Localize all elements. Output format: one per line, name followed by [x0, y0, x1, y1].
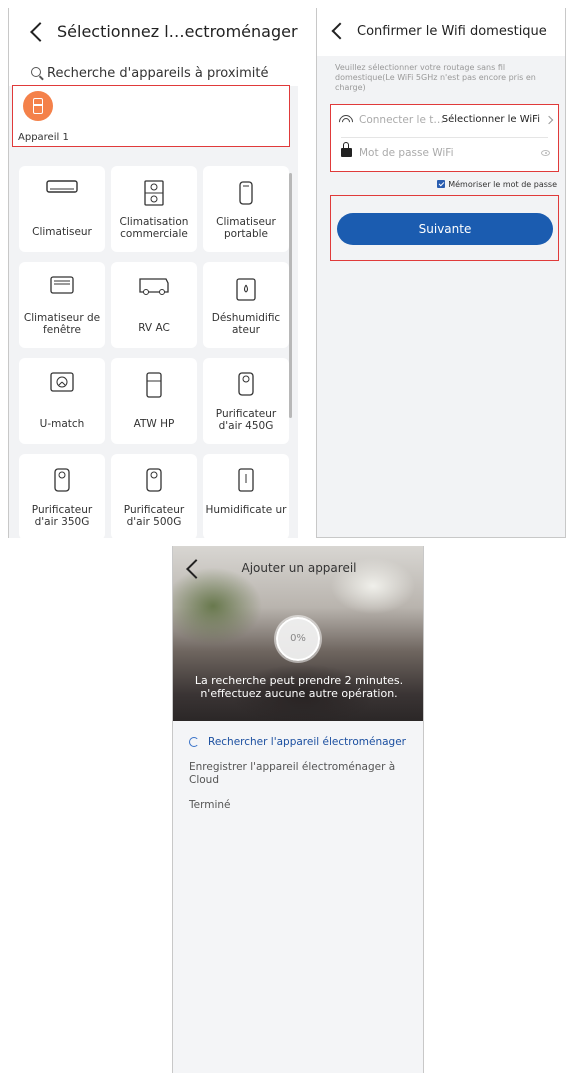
- appliance-tile-deshumidificateur[interactable]: Déshumidific ateur: [203, 262, 289, 348]
- wifi-hint: Veuillez sélectionner votre routage sans…: [335, 63, 536, 92]
- appliance-tile-humidificateur[interactable]: Humidificate ur: [203, 454, 289, 538]
- appliance-label: RV AC: [138, 322, 170, 334]
- page-title: Sélectionnez l…ectroménager: [57, 22, 298, 41]
- confirm-wifi-screen: Confirmer le Wifi domestique Veuillez sé…: [316, 8, 566, 538]
- air-purifier-icon: [54, 468, 70, 492]
- select-appliance-screen: Sélectionnez l…ectroménager Recherche d'…: [8, 8, 298, 538]
- appliance-label: Purificateur d'air 450G: [215, 408, 277, 432]
- rv-ac-icon: [139, 278, 169, 295]
- checkbox-checked-icon[interactable]: [437, 180, 446, 188]
- commercial-ac-icon: [144, 180, 164, 206]
- ssid-field[interactable]: Connecter le t…: [359, 114, 444, 126]
- next-button-highlight: Suivante: [330, 195, 559, 261]
- air-purifier-icon: [146, 468, 162, 492]
- split-ac-icon: [46, 180, 78, 193]
- search-message: La recherche peut prendre 2 minutes. n'e…: [173, 674, 423, 700]
- u-match-icon: [50, 372, 74, 392]
- appliance-tile-purificateur-350g[interactable]: Purificateur d'air 350G: [19, 454, 105, 538]
- appliance-tile-rv-ac[interactable]: RV AC: [111, 262, 197, 348]
- appliance-label: ATW HP: [133, 418, 175, 430]
- step-search-appliance: Rechercher l'appareil électroménager: [208, 736, 406, 748]
- add-device-screen: Ajouter un appareil 0% La recherche peut…: [172, 546, 424, 1073]
- wifi-credentials-form: Connecter le t… Sélectionner le WiFi Mot…: [330, 104, 559, 172]
- eye-icon[interactable]: [541, 150, 550, 156]
- appliance-label: Climatiseur portable: [216, 216, 276, 240]
- heat-pump-icon: [146, 372, 162, 398]
- next-button[interactable]: Suivante: [337, 213, 553, 245]
- appliance-tile-atw-hp[interactable]: ATW HP: [111, 358, 197, 444]
- select-wifi-button[interactable]: Sélectionner le WiFi: [442, 114, 540, 125]
- refrigerator-icon: [23, 91, 53, 121]
- appliance-tile-climatisation-commerciale[interactable]: Climatisation commerciale: [111, 166, 197, 252]
- air-purifier-icon: [238, 372, 254, 396]
- hero-background: Ajouter un appareil 0% La recherche peut…: [173, 546, 423, 721]
- nearby-device-label: Appareil 1: [18, 132, 69, 143]
- password-field[interactable]: Mot de passe WiFi: [359, 147, 454, 159]
- remember-password-label: Mémoriser le mot de passe: [448, 180, 557, 189]
- page-title: Confirmer le Wifi domestique: [357, 24, 547, 39]
- wifi-icon: [339, 115, 353, 125]
- appliance-tile-purificateur-500g[interactable]: Purificateur d'air 500G: [111, 454, 197, 538]
- divider: [341, 137, 548, 138]
- header: Sélectionnez l…ectroménager: [9, 8, 298, 56]
- back-arrow-icon[interactable]: [331, 22, 349, 40]
- appliance-label: Purificateur d'air 500G: [123, 504, 185, 528]
- appliance-tile-purificateur-450g[interactable]: Purificateur d'air 450G: [203, 358, 289, 444]
- portable-ac-icon: [239, 181, 253, 205]
- appliance-tile-u-match[interactable]: U-match: [19, 358, 105, 444]
- remember-password-checkbox[interactable]: Mémoriser le mot de passe: [437, 180, 557, 189]
- appliance-label: Climatiseur: [32, 226, 92, 238]
- nearby-search-label[interactable]: Recherche d'appareils à proximité: [47, 66, 269, 81]
- appliance-tile-climatiseur-portable[interactable]: Climatiseur portable: [203, 166, 289, 252]
- scrollbar[interactable]: [289, 173, 292, 418]
- appliance-tile-climatiseur[interactable]: Climatiseur: [19, 166, 105, 252]
- chevron-right-icon[interactable]: [544, 115, 554, 125]
- appliance-label: Déshumidific ateur: [211, 312, 281, 336]
- page-title: Ajouter un appareil: [241, 561, 357, 575]
- header: Confirmer le Wifi domestique: [317, 8, 565, 56]
- loading-spinner-icon: [189, 737, 199, 747]
- search-message-line: n'effectuez aucune autre opération.: [200, 687, 398, 700]
- appliance-label: Purificateur d'air 350G: [31, 504, 93, 528]
- step-register-cloud: Enregistrer l'appareil électroménager à …: [189, 761, 396, 786]
- lock-icon: [341, 142, 352, 157]
- progress-indicator: 0%: [276, 617, 320, 661]
- back-arrow-icon[interactable]: [30, 22, 50, 42]
- nearby-device-card[interactable]: Appareil 1: [12, 85, 290, 147]
- appliance-label: U-match: [39, 418, 85, 430]
- search-message-line: La recherche peut prendre 2 minutes.: [194, 674, 404, 687]
- appliance-label: Climatiseur de fenêtre: [23, 312, 101, 336]
- appliance-tile-climatiseur-fenetre[interactable]: Climatiseur de fenêtre: [19, 262, 105, 348]
- step-done: Terminé: [189, 799, 231, 811]
- dehumidifier-icon: [236, 278, 256, 301]
- search-icon: [31, 67, 41, 77]
- appliance-label: Humidificate ur: [205, 504, 287, 516]
- humidifier-icon: [238, 468, 254, 492]
- window-ac-icon: [50, 276, 74, 294]
- appliance-label: Climatisation commerciale: [119, 216, 189, 240]
